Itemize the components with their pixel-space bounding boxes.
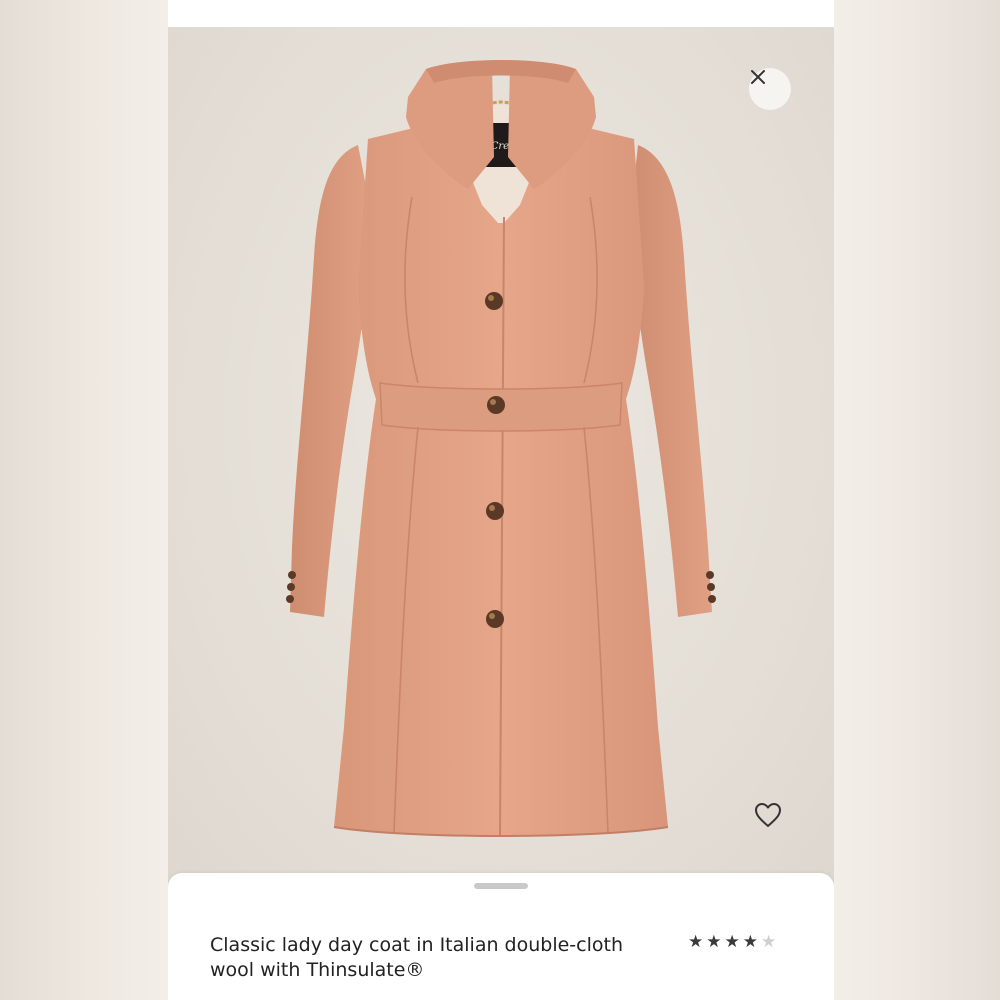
star-icon: ★	[688, 932, 704, 952]
coat-illustration: J.Crew	[286, 60, 716, 837]
right-backdrop	[832, 0, 1000, 1000]
favorite-button[interactable]	[754, 802, 788, 836]
top-bar	[168, 0, 834, 27]
sheet-grabber[interactable]	[474, 883, 528, 889]
star-icon: ★	[706, 932, 722, 952]
star-icon: ★	[742, 932, 758, 952]
star-icon: ★	[724, 932, 740, 952]
close-button[interactable]	[749, 68, 791, 110]
rating-stars[interactable]: ★ ★ ★ ★ ★	[688, 932, 776, 952]
product-image[interactable]: J.Crew	[168, 27, 834, 887]
heart-outline-icon	[755, 803, 781, 827]
star-empty-icon: ★	[761, 932, 777, 952]
close-icon	[751, 70, 765, 84]
product-title: Classic lady day coat in Italian double-…	[210, 934, 623, 981]
left-backdrop	[0, 0, 168, 1000]
product-info-sheet[interactable]: Classic lady day coat in Italian double-…	[168, 873, 834, 1000]
product-viewer: J.Crew Classic lady day coat in Italian …	[168, 0, 834, 1000]
